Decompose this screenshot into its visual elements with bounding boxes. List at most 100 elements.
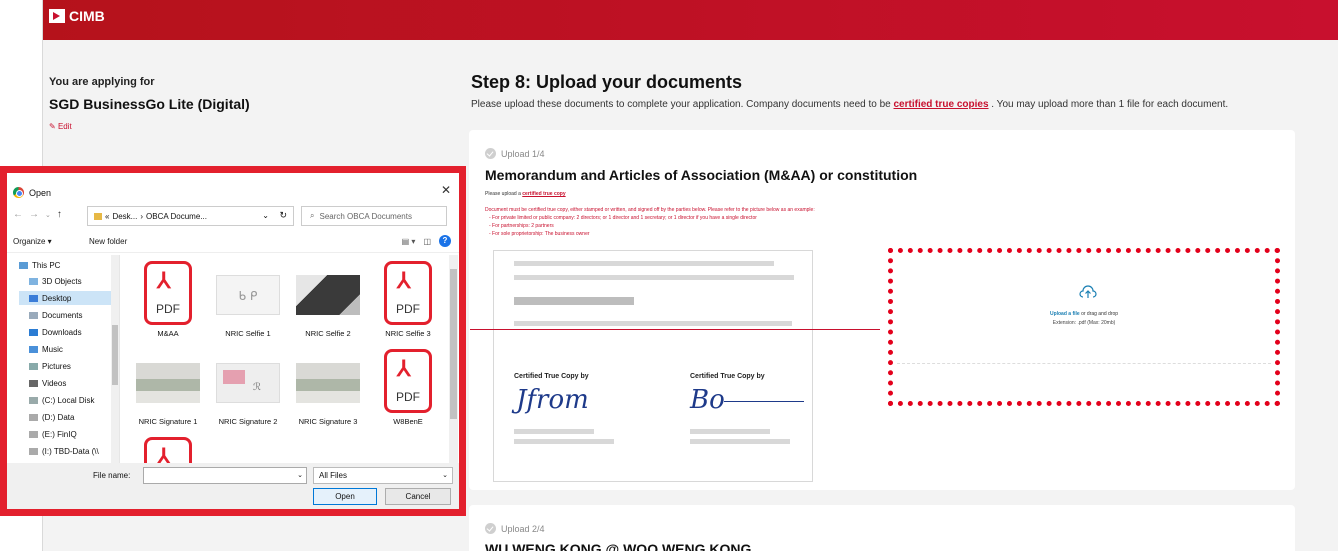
file-item[interactable]: NRIC Signature 1 [129,349,207,426]
organize-button[interactable]: Organize ▾ [13,237,52,246]
up-arrow-icon[interactable]: ↑ [57,209,62,220]
file-type-select[interactable]: All Files ⌄ [313,467,453,484]
nav-item-c-drive[interactable]: (C:) Local Disk [29,396,94,405]
nav-item-music[interactable]: Music [29,345,63,354]
view-options-icon[interactable]: ▤ ▾ [402,237,416,246]
image-thumbnail [296,363,360,403]
text-placeholder [690,439,790,444]
upload-step-indicator: Upload 2/4 [485,523,545,534]
certified-true-copies-link[interactable]: certified true copies [894,99,989,110]
nav-item-downloads[interactable]: Downloads [29,328,82,337]
back-arrow-icon[interactable]: ← [13,209,23,220]
file-type-value: All Files [319,471,348,480]
documents-icon [29,312,38,319]
file-list-scrollbar[interactable] [449,255,458,463]
nav-label: Videos [42,379,67,388]
file-dropzone[interactable]: Upload a file or drag and drop Extension… [888,248,1280,406]
text-placeholder [514,261,774,266]
chevron-down-icon[interactable]: ⌄ [262,211,269,220]
path-segment: « [105,211,110,221]
nav-item-videos[interactable]: Videos [29,379,66,388]
image-thumbnail [296,275,360,315]
document-rules: Document must be certified true copy, ei… [485,206,815,238]
path-segment[interactable]: Desk... [112,212,137,221]
refresh-icon[interactable]: ↻ [279,210,287,221]
file-item[interactable]: NRIC Signature 3 [289,349,367,426]
nav-label: Documents [42,311,83,320]
desktop-icon [29,294,38,302]
image-thumbnail: ᑲ ᑭ [216,275,280,315]
nav-label: Pictures [42,362,71,371]
file-item[interactable]: ℛ NRIC Signature 2 [209,349,287,426]
file-name: NRIC Selfie 1 [225,329,271,338]
brand-name: CIMB [69,8,105,24]
image-thumbnail [136,363,200,403]
file-name: NRIC Signature 3 [298,417,358,426]
document-title: WU WENG KONG @ WOO WENG KONG [485,541,752,551]
view-controls: ▤ ▾ ◫ ? [402,235,451,247]
callout-connector [470,329,880,330]
search-input[interactable]: ⌕ Search OBCA Documents [301,206,447,226]
upload-step-label: Upload 2/4 [501,523,545,534]
cloud-upload-icon [1079,285,1097,298]
upload-step-indicator: Upload 1/4 [485,148,545,159]
file-item[interactable]: ⅄ [129,437,207,463]
upload-card-2: Upload 2/4 WU WENG KONG @ WOO WENG KONG [469,505,1295,551]
cancel-button[interactable]: Cancel [385,488,451,505]
pc-icon [19,262,28,269]
file-item[interactable]: ⅄ PDF W8BenE [369,349,447,426]
dialog-titlebar: Open [13,187,51,198]
step-title: Step 8: Upload your documents [471,72,743,92]
desc-text-end: . You may upload more than 1 file for ea… [988,99,1229,110]
card-graphic [223,370,245,384]
rule-line: Document must be certified true copy, ei… [485,207,815,213]
file-item[interactable]: ⅄ PDF NRIC Selfie 3 [369,261,447,338]
recent-chevron-icon[interactable]: ⌄ [45,211,51,219]
upload-file-link[interactable]: Upload a file [1050,311,1080,317]
dialog-toolbar: Organize ▾ New folder ▤ ▾ ◫ ? [7,231,459,253]
edit-link[interactable]: ✎ Edit [49,122,72,131]
nav-scrollbar[interactable] [111,255,119,463]
cube-icon [29,278,38,285]
nav-item-e-drive[interactable]: (E:) FinIQ [29,430,77,439]
network-drive-icon [29,448,38,455]
path-segment: › [140,211,144,221]
nav-label: This PC [32,261,61,270]
nav-item-pictures[interactable]: Pictures [29,362,71,371]
nav-label: (I:) TBD-Data (\\ [42,447,99,456]
file-list: ⅄ PDF M&AA ᑲ ᑭ NRIC Selfie 1 NRIC Selfie … [123,255,449,463]
address-bar[interactable]: « Desk... › OBCA Docume... ⌄ ↻ [87,206,294,226]
file-name: W8BenE [393,417,423,426]
certified-true-copy-link[interactable]: certified true copy [522,191,565,197]
forward-arrow-icon[interactable]: → [29,209,39,220]
close-icon[interactable]: ✕ [441,183,451,197]
top-bar: CIMB [43,0,1338,40]
file-item[interactable]: ᑲ ᑭ NRIC Selfie 1 [209,261,287,338]
nav-item-3d-objects[interactable]: 3D Objects [29,277,82,286]
nav-item-documents[interactable]: Documents [29,311,82,320]
document-hint: Please upload a certified true copy [485,191,566,197]
path-segment[interactable]: OBCA Docume... [146,212,207,221]
file-name-input[interactable]: ⌄ [143,467,307,484]
help-icon[interactable]: ? [439,235,451,247]
chevron-down-icon[interactable]: ⌄ [297,471,303,479]
dialog-footer: File name: ⌄ All Files ⌄ Open Cancel [7,463,459,509]
scroll-thumb[interactable] [450,269,457,419]
cimb-logo[interactable]: CIMB [49,8,105,24]
image-thumbnail: ℛ [216,363,280,403]
nav-label: (C:) Local Disk [42,396,95,405]
drive-icon [29,431,38,438]
nav-label: (D:) Data [42,413,75,422]
new-folder-button[interactable]: New folder [89,237,127,246]
nav-item-d-drive[interactable]: (D:) Data [29,413,74,422]
open-button[interactable]: Open [313,488,377,505]
nav-item-i-drive[interactable]: (I:) TBD-Data (\\ [29,447,99,456]
rule-line: - For sole proprietorship: The business … [489,231,590,237]
nav-item-desktop[interactable]: Desktop [19,291,119,305]
file-item[interactable]: ⅄ PDF M&AA [129,261,207,338]
preview-pane-icon[interactable]: ◫ [423,237,431,246]
scroll-thumb[interactable] [112,325,118,385]
nav-label: Downloads [42,328,82,337]
file-item[interactable]: NRIC Selfie 2 [289,261,367,338]
nav-item-this-pc[interactable]: This PC [19,261,60,270]
